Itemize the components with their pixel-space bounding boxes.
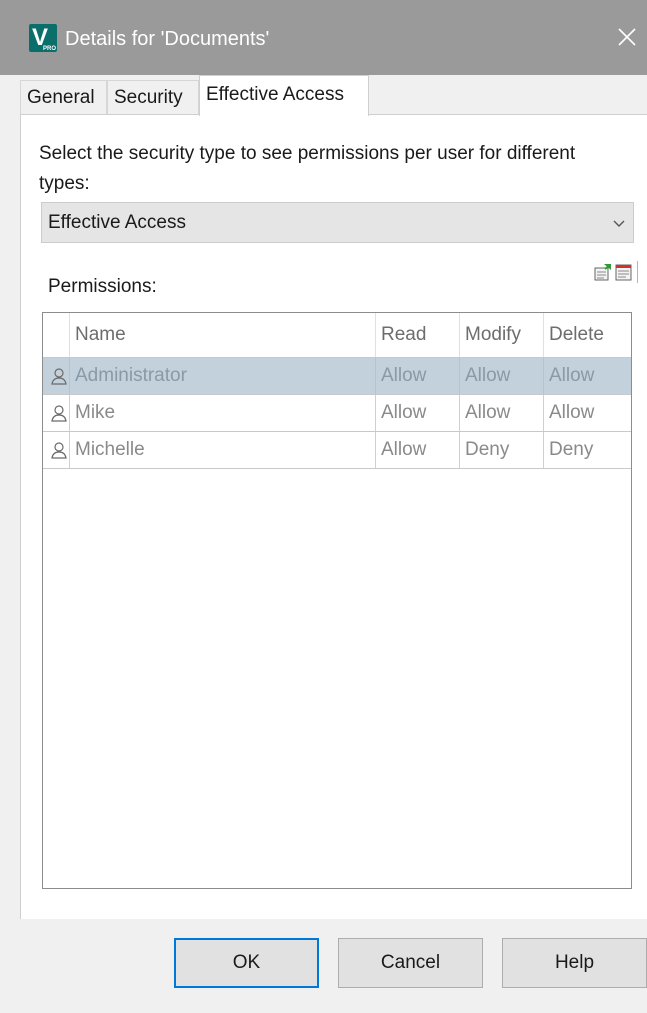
table-row[interactable]: Mike Allow Allow Allow xyxy=(43,394,631,431)
instructions-text: Select the security type to see permissi… xyxy=(39,143,576,194)
security-type-dropdown[interactable]: Effective Access xyxy=(41,202,634,243)
column-header-modify[interactable]: Modify xyxy=(459,313,543,357)
table-row[interactable]: Administrator Allow Allow Allow xyxy=(43,357,631,394)
dialog-body: General Security Effective Access Select… xyxy=(0,75,647,1013)
tab-general[interactable]: General xyxy=(20,80,107,115)
cell-name: Administrator xyxy=(69,358,375,394)
column-header-read[interactable]: Read xyxy=(375,313,459,357)
cell-modify: Allow xyxy=(459,395,543,431)
cell-delete: Allow xyxy=(543,358,631,394)
app-logo-icon: V PRO xyxy=(29,24,57,52)
cancel-button[interactable]: Cancel xyxy=(338,938,483,988)
report-icon[interactable] xyxy=(615,263,633,281)
grid-header: Name Read Modify Delete xyxy=(43,313,631,357)
toolbar-separator xyxy=(637,261,638,283)
tab-security[interactable]: Security xyxy=(107,80,199,115)
tab-effective-access[interactable]: Effective Access xyxy=(199,75,369,116)
cell-name: Mike xyxy=(69,395,375,431)
security-type-value: Effective Access xyxy=(48,212,186,233)
cell-modify: Allow xyxy=(459,358,543,394)
user-icon xyxy=(51,368,67,385)
column-header-name[interactable]: Name xyxy=(69,313,375,357)
close-icon xyxy=(618,28,636,46)
permissions-grid[interactable]: Name Read Modify Delete Administrator Al… xyxy=(42,312,632,889)
grid-row-divider xyxy=(43,468,631,469)
cell-read: Allow xyxy=(375,358,459,394)
window-title: Details for 'Documents' xyxy=(65,28,270,50)
ok-button[interactable]: OK xyxy=(174,938,319,988)
column-header-delete[interactable]: Delete xyxy=(543,313,631,357)
export-icon[interactable] xyxy=(594,263,612,281)
permissions-label: Permissions: xyxy=(48,276,157,297)
cell-read: Allow xyxy=(375,395,459,431)
user-icon xyxy=(51,405,67,422)
close-button[interactable] xyxy=(612,22,642,52)
chevron-down-icon xyxy=(613,220,625,227)
cell-delete: Allow xyxy=(543,395,631,431)
table-row[interactable]: Michelle Allow Deny Deny xyxy=(43,431,631,468)
cell-delete: Deny xyxy=(543,432,631,468)
title-bar: V PRO Details for 'Documents' xyxy=(0,0,647,75)
cell-modify: Deny xyxy=(459,432,543,468)
effective-access-panel: Select the security type to see permissi… xyxy=(20,114,647,919)
cell-read: Allow xyxy=(375,432,459,468)
tab-strip: General Security Effective Access xyxy=(20,75,647,116)
help-button[interactable]: Help xyxy=(502,938,647,988)
user-icon xyxy=(51,442,67,459)
cell-name: Michelle xyxy=(69,432,375,468)
